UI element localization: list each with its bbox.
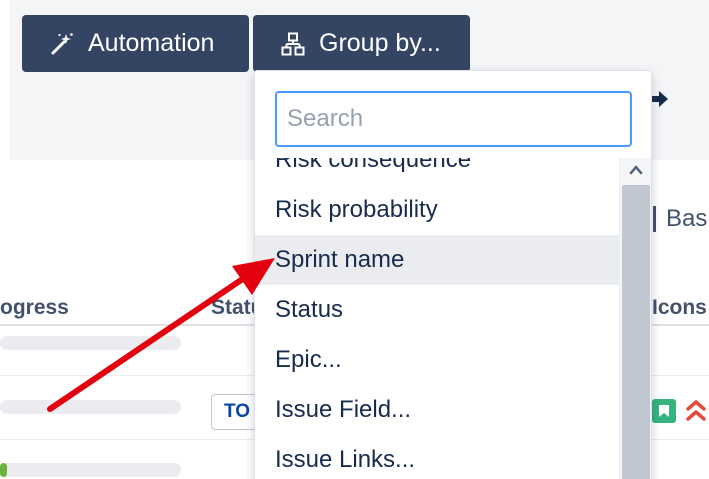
progress-bar bbox=[0, 400, 181, 414]
option-epic[interactable]: Epic... bbox=[255, 335, 619, 385]
options-list: Risk consequence Risk probability Sprint… bbox=[255, 158, 619, 479]
story-bookmark-icon bbox=[652, 399, 676, 423]
scrollbar[interactable] bbox=[619, 158, 651, 479]
option-status[interactable]: Status bbox=[255, 285, 619, 335]
column-header-icons[interactable]: Icons bbox=[652, 296, 707, 320]
group-by-dropdown: Risk consequence Risk probability Sprint… bbox=[254, 70, 652, 479]
search-input[interactable] bbox=[275, 91, 632, 147]
automation-label: Automation bbox=[88, 29, 215, 57]
group-by-label: Group by... bbox=[319, 29, 441, 57]
board-label-text: Bas bbox=[666, 205, 708, 232]
option-risk-probability[interactable]: Risk probability bbox=[255, 185, 619, 235]
option-risk-consequence[interactable]: Risk consequence bbox=[255, 158, 619, 185]
column-header-progress[interactable]: ogress bbox=[0, 296, 69, 320]
scrollbar-thumb[interactable] bbox=[622, 185, 650, 479]
board-label[interactable]: Bas bbox=[646, 205, 707, 233]
magic-wand-icon bbox=[50, 32, 74, 56]
option-sprint-name[interactable]: Sprint name bbox=[255, 235, 619, 285]
highest-priority-icon bbox=[684, 397, 708, 425]
progress-bar bbox=[0, 463, 181, 477]
option-issue-links[interactable]: Issue Links... bbox=[255, 435, 619, 479]
hierarchy-icon bbox=[281, 32, 305, 56]
screen: Automation Group by... Bas ogress Statu … bbox=[0, 0, 709, 479]
group-by-button[interactable]: Group by... bbox=[253, 15, 470, 72]
progress-bar bbox=[0, 336, 181, 350]
scroll-up-icon[interactable] bbox=[628, 162, 644, 178]
automation-button[interactable]: Automation bbox=[22, 15, 249, 72]
option-issue-field[interactable]: Issue Field... bbox=[255, 385, 619, 435]
